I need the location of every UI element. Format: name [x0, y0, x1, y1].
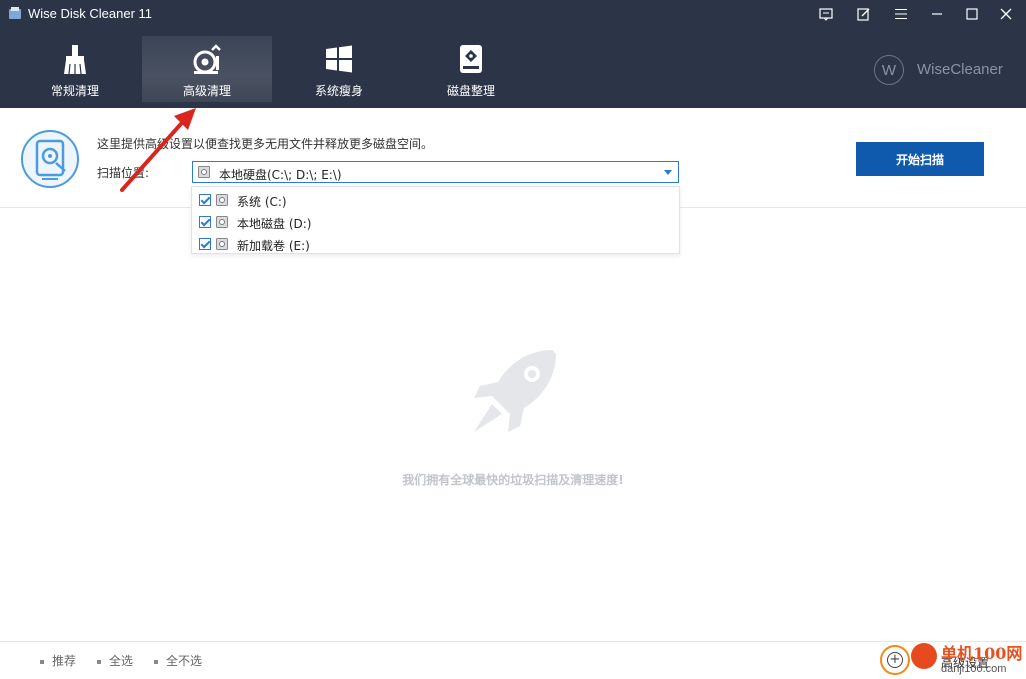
scan-location-label: 扫描位置:: [97, 166, 150, 180]
list-item[interactable]: 系统 (C:): [192, 189, 679, 211]
bullet-icon: [154, 659, 158, 664]
tab-advanced-clean[interactable]: 高级清理: [142, 36, 272, 102]
chevron-down-icon[interactable]: [664, 170, 672, 175]
settings-circle-icon: +: [880, 645, 910, 675]
tab-label: 系统瘦身: [314, 84, 363, 98]
start-scan-button[interactable]: 开始扫描: [856, 142, 984, 176]
disk-logo-icon: [21, 130, 79, 188]
recommend-link[interactable]: 推荐: [40, 652, 76, 669]
tab-common-clean[interactable]: 常规清理: [10, 36, 140, 102]
brand-text: WiseCleaner: [917, 61, 1003, 78]
drive-dropdown-list: 系统 (C:) 本地磁盘 (D:) 新加载卷 (E:): [191, 186, 680, 254]
maximize-icon[interactable]: [960, 3, 984, 25]
feedback-icon[interactable]: [814, 3, 838, 25]
edit-icon[interactable]: [852, 3, 876, 25]
windows-icon: [326, 45, 352, 73]
drive-d-checkbox[interactable]: [199, 216, 211, 228]
tab-system-slim[interactable]: 系统瘦身: [274, 36, 404, 102]
scan-location-value: 本地硬盘(C:\; D:\; E:\): [219, 168, 342, 182]
info-description: 这里提供高级设置以便查找更多无用文件并释放更多磁盘空间。: [97, 137, 434, 151]
tab-disk-defrag[interactable]: 磁盘整理: [406, 36, 536, 102]
select-all-link[interactable]: 全选: [97, 652, 133, 669]
app-title: Wise Disk Cleaner 11: [28, 6, 153, 21]
drive-c-checkbox[interactable]: [199, 194, 211, 206]
title-bar: Wise Disk Cleaner 11: [0, 0, 1026, 28]
drive-icon: [216, 238, 228, 250]
drive-e-checkbox[interactable]: [199, 238, 211, 250]
hard-drive-icon: [460, 45, 482, 73]
drive-label: 新加载卷 (E:): [237, 239, 310, 253]
select-all-label: 全选: [109, 654, 134, 668]
app-header: Wise Disk Cleaner 11 常规清理 高级清理 系统瘦身 磁盘整理…: [0, 0, 1026, 108]
drive-icon: [216, 216, 228, 228]
advanced-settings-label: 高级设置: [941, 656, 990, 670]
bullet-icon: [97, 659, 101, 664]
broom-icon: [64, 45, 86, 75]
empty-state-text: 我们拥有全球最快的垃圾扫描及清理速度!: [402, 473, 624, 487]
tab-label: 高级清理: [182, 84, 231, 98]
tab-label: 常规清理: [50, 84, 99, 98]
menu-icon[interactable]: [889, 3, 913, 25]
close-icon[interactable]: [994, 3, 1018, 25]
recommend-label: 推荐: [52, 654, 77, 668]
plus-icon: +: [887, 652, 903, 668]
drive-icon: [216, 194, 228, 206]
minimize-icon[interactable]: [925, 3, 949, 25]
drive-label: 系统 (C:): [237, 195, 287, 209]
select-none-link[interactable]: 全不选: [154, 652, 202, 669]
tab-label: 磁盘整理: [446, 84, 495, 98]
footer-bar: 推荐 全选 全不选 + 高级设置: [0, 641, 1026, 679]
rocket-icon: [474, 350, 556, 432]
list-item[interactable]: 新加载卷 (E:): [192, 233, 679, 255]
list-item[interactable]: 本地磁盘 (D:): [192, 211, 679, 233]
drive-label: 本地磁盘 (D:): [237, 217, 312, 231]
wisecleaner-logo: W: [874, 55, 904, 85]
bullet-icon: [40, 659, 44, 664]
wisecleaner-brand[interactable]: W WiseCleaner: [874, 55, 1004, 85]
app-icon: [9, 7, 21, 19]
scan-location-select[interactable]: 本地硬盘(C:\; D:\; E:\): [192, 161, 679, 183]
drive-icon: [198, 166, 210, 178]
vacuum-icon: [193, 44, 221, 74]
select-none-label: 全不选: [166, 654, 203, 668]
